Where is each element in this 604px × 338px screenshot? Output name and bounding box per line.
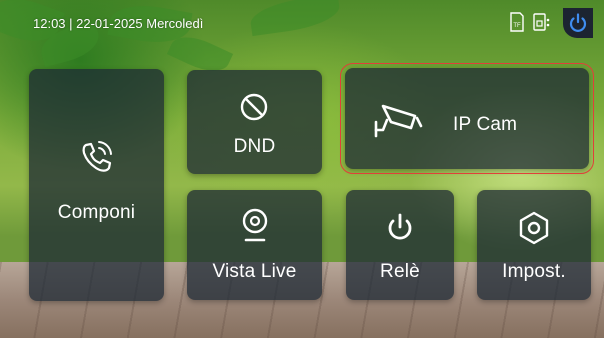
dnd-label: DND: [233, 136, 276, 157]
svg-text:TF: TF: [513, 23, 521, 29]
webcam-icon: [242, 208, 268, 242]
do-not-disturb-icon: [240, 93, 268, 121]
impost-label: Impost.: [502, 261, 566, 282]
power-icon: [388, 213, 412, 240]
componi-tile[interactable]: Componi: [29, 69, 164, 301]
dnd-tile[interactable]: DND: [187, 70, 322, 174]
componi-label: Componi: [57, 202, 136, 223]
home-screen: 12:03 | 22-01-2025 Mercoledì TF Componi: [0, 0, 604, 338]
vista-live-label: Vista Live: [212, 261, 297, 282]
rele-tile[interactable]: Relè: [346, 190, 454, 300]
leaf-decoration: [248, 0, 342, 37]
power-button[interactable]: [563, 8, 593, 38]
tf-card-icon: TF: [509, 12, 525, 32]
ipcam-tile[interactable]: IP Cam: [340, 63, 594, 174]
sd-card-icon: [532, 12, 550, 32]
rele-label: Relè: [380, 261, 420, 282]
settings-hexagon-icon: [519, 211, 549, 245]
vista-live-tile[interactable]: Vista Live: [187, 190, 322, 300]
datetime-label: 12:03 | 22-01-2025 Mercoledì: [33, 16, 204, 31]
phone-call-icon: [82, 141, 112, 172]
ipcam-label: IP Cam: [453, 114, 518, 135]
power-icon: [569, 13, 587, 32]
impost-tile[interactable]: Impost.: [477, 190, 591, 300]
security-camera-icon: [374, 104, 423, 138]
